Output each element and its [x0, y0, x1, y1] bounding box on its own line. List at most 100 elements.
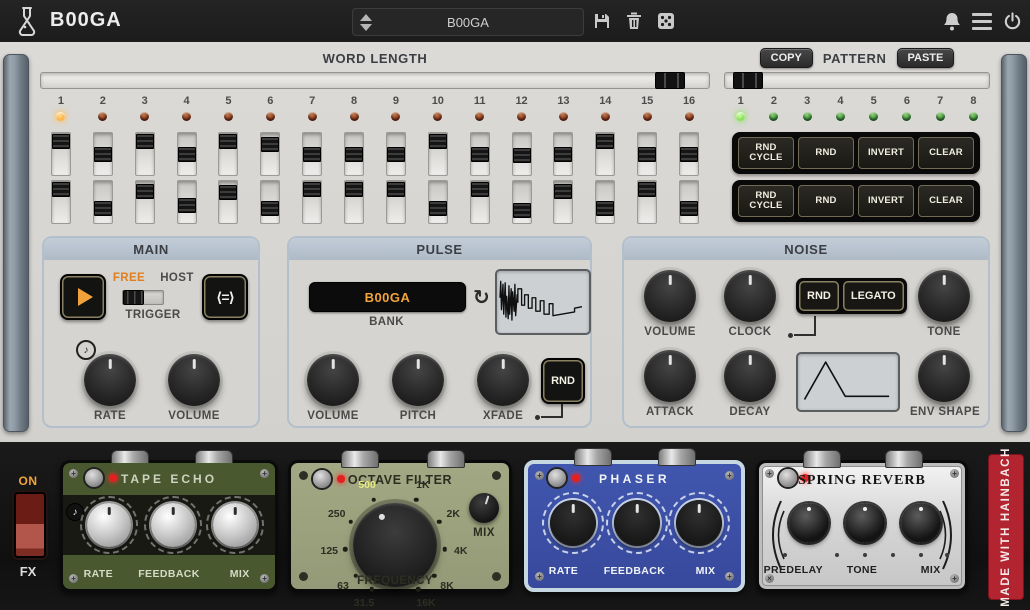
- step-slider-1-14[interactable]: [595, 132, 615, 176]
- step-slider-handle[interactable]: [429, 201, 447, 216]
- step-led[interactable]: [266, 112, 275, 121]
- step-slider-2-11[interactable]: [470, 180, 490, 224]
- step-slider-handle[interactable]: [638, 147, 656, 162]
- step-led[interactable]: [391, 112, 400, 121]
- step-slider-1-11[interactable]: [470, 132, 490, 176]
- step-slider-1-3[interactable]: [135, 132, 155, 176]
- step-led[interactable]: [736, 112, 745, 121]
- step-led[interactable]: [182, 112, 191, 121]
- step-slider-1-4[interactable]: [177, 132, 197, 176]
- step-slider-handle[interactable]: [345, 182, 363, 197]
- pulse-pitch-knob[interactable]: [392, 354, 444, 406]
- paste-button[interactable]: PASTE: [897, 48, 955, 68]
- step-led[interactable]: [969, 112, 978, 121]
- step-slider-1-5[interactable]: [218, 132, 238, 176]
- step-slider-2-15[interactable]: [637, 180, 657, 224]
- step-slider-2-8[interactable]: [344, 180, 364, 224]
- step-slider-handle[interactable]: [261, 201, 279, 216]
- step-slider-2-2[interactable]: [93, 180, 113, 224]
- noise-attack-knob[interactable]: [644, 350, 696, 402]
- step-led[interactable]: [643, 112, 652, 121]
- step-slider-2-5[interactable]: [218, 180, 238, 224]
- step-led[interactable]: [433, 112, 442, 121]
- noise-tone-knob[interactable]: [918, 270, 970, 322]
- copy-button[interactable]: COPY: [760, 48, 813, 68]
- step-slider-handle[interactable]: [429, 134, 447, 149]
- word-length-slider[interactable]: [40, 72, 710, 89]
- step-slider-handle[interactable]: [94, 201, 112, 216]
- step-led[interactable]: [308, 112, 317, 121]
- step-slider-handle[interactable]: [178, 198, 196, 213]
- step-slider-1-7[interactable]: [302, 132, 322, 176]
- spring-tone-knob[interactable]: [845, 503, 885, 543]
- trigger-free-label[interactable]: FREE: [107, 272, 151, 284]
- step-slider-handle[interactable]: [471, 182, 489, 197]
- power-button[interactable]: [998, 7, 1026, 35]
- step-slider-2-4[interactable]: [177, 180, 197, 224]
- step-slider-handle[interactable]: [680, 201, 698, 216]
- trigger-switch[interactable]: [122, 290, 164, 305]
- phaser-mix-knob[interactable]: [676, 500, 722, 546]
- step-led[interactable]: [601, 112, 610, 121]
- step-slider-handle[interactable]: [680, 147, 698, 162]
- sync-button[interactable]: ⟨=⟩: [202, 274, 248, 320]
- noise-env-shape-knob[interactable]: [918, 350, 970, 402]
- pattern-button-1-rnd[interactable]: RND: [798, 137, 854, 169]
- step-slider-1-13[interactable]: [553, 132, 573, 176]
- step-slider-1-8[interactable]: [344, 132, 364, 176]
- spring-mix-knob[interactable]: [901, 503, 941, 543]
- step-slider-handle[interactable]: [513, 203, 531, 218]
- tape-echo-mix-knob[interactable]: [213, 503, 257, 547]
- step-slider-handle[interactable]: [345, 147, 363, 162]
- step-led[interactable]: [56, 112, 65, 121]
- noise-rnd-button[interactable]: RND: [799, 281, 839, 311]
- bank-display[interactable]: B00GA: [309, 282, 466, 312]
- word-length-slider-handle[interactable]: [655, 72, 685, 89]
- spring-predelay-knob[interactable]: [789, 503, 829, 543]
- save-button[interactable]: [588, 7, 616, 35]
- menu-icon[interactable]: [968, 7, 996, 35]
- noise-volume-knob[interactable]: [644, 270, 696, 322]
- step-slider-2-14[interactable]: [595, 180, 615, 224]
- main-rate-knob[interactable]: [84, 354, 136, 406]
- step-led[interactable]: [769, 112, 778, 121]
- step-slider-handle[interactable]: [52, 134, 70, 149]
- pattern-button-2-clear[interactable]: CLEAR: [918, 185, 974, 217]
- pattern-button-2-rnd[interactable]: RND: [798, 185, 854, 217]
- step-slider-1-6[interactable]: [260, 132, 280, 176]
- step-slider-handle[interactable]: [471, 147, 489, 162]
- step-led[interactable]: [350, 112, 359, 121]
- step-slider-2-7[interactable]: [302, 180, 322, 224]
- step-slider-handle[interactable]: [94, 147, 112, 162]
- step-slider-1-15[interactable]: [637, 132, 657, 176]
- step-slider-2-3[interactable]: [135, 180, 155, 224]
- step-slider-2-12[interactable]: [512, 180, 532, 224]
- pattern-slider[interactable]: [724, 72, 990, 89]
- step-slider-handle[interactable]: [219, 134, 237, 149]
- pulse-xfade-knob[interactable]: [477, 354, 529, 406]
- dice-button[interactable]: [652, 7, 680, 35]
- step-slider-1-2[interactable]: [93, 132, 113, 176]
- trash-button[interactable]: [620, 7, 648, 35]
- step-slider-handle[interactable]: [387, 182, 405, 197]
- noise-clock-knob[interactable]: [724, 270, 776, 322]
- step-slider-2-9[interactable]: [386, 180, 406, 224]
- step-led[interactable]: [902, 112, 911, 121]
- step-slider-handle[interactable]: [52, 182, 70, 197]
- step-slider-handle[interactable]: [554, 184, 572, 199]
- step-slider-2-16[interactable]: [679, 180, 699, 224]
- step-slider-2-6[interactable]: [260, 180, 280, 224]
- fx-power-switch[interactable]: [14, 492, 46, 558]
- rate-note-icon[interactable]: ♪: [76, 340, 96, 360]
- step-slider-1-1[interactable]: [51, 132, 71, 176]
- phaser-rate-knob[interactable]: [550, 500, 596, 546]
- step-slider-handle[interactable]: [387, 147, 405, 162]
- step-led[interactable]: [559, 112, 568, 121]
- noise-legato-button[interactable]: LEGATO: [843, 281, 904, 311]
- trigger-host-label[interactable]: HOST: [155, 272, 199, 284]
- pattern-button-2-invert[interactable]: INVERT: [858, 185, 914, 217]
- preset-down-icon[interactable]: [360, 24, 372, 31]
- reload-bank-icon[interactable]: ↻: [473, 288, 490, 308]
- pattern-button-1-invert[interactable]: INVERT: [858, 137, 914, 169]
- tape-echo-rate-knob[interactable]: [87, 503, 131, 547]
